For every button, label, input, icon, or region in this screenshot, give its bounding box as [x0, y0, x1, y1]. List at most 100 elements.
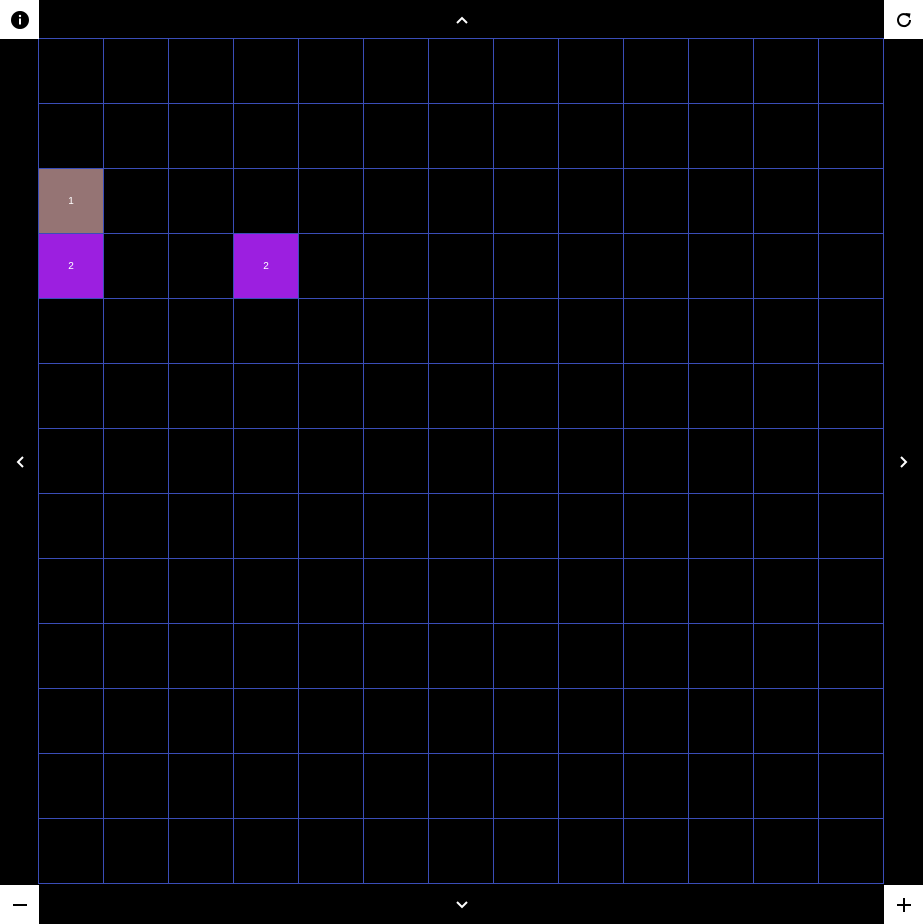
- board-cell[interactable]: [104, 39, 169, 104]
- board-cell[interactable]: [689, 559, 754, 624]
- board-cell[interactable]: [754, 429, 819, 494]
- board-cell[interactable]: [689, 299, 754, 364]
- board-cell[interactable]: [624, 559, 689, 624]
- board-cell[interactable]: [299, 299, 364, 364]
- board-cell[interactable]: [689, 624, 754, 689]
- board-cell[interactable]: [299, 169, 364, 234]
- board-cell[interactable]: [169, 299, 234, 364]
- board-cell[interactable]: [754, 39, 819, 104]
- board-cell[interactable]: [234, 624, 299, 689]
- board-cell[interactable]: [429, 234, 494, 299]
- board-cell[interactable]: [689, 429, 754, 494]
- board-cell[interactable]: [234, 494, 299, 559]
- board-cell[interactable]: [39, 819, 104, 884]
- board-cell[interactable]: [559, 104, 624, 169]
- board-cell[interactable]: [364, 429, 429, 494]
- zoom-in-button[interactable]: [884, 885, 923, 924]
- board-cell[interactable]: [624, 39, 689, 104]
- board-cell[interactable]: [299, 754, 364, 819]
- board-cell[interactable]: [234, 819, 299, 884]
- board-cell[interactable]: [169, 819, 234, 884]
- board-cell[interactable]: [624, 624, 689, 689]
- board-cell[interactable]: [169, 234, 234, 299]
- board-cell[interactable]: [104, 299, 169, 364]
- board-cell[interactable]: [559, 364, 624, 429]
- board-cell[interactable]: [299, 689, 364, 754]
- board-cell[interactable]: [819, 364, 884, 429]
- board-cell[interactable]: [559, 689, 624, 754]
- board-cell[interactable]: [819, 819, 884, 884]
- board-cell[interactable]: [559, 169, 624, 234]
- scroll-up-button[interactable]: [39, 0, 884, 39]
- zoom-out-button[interactable]: [0, 885, 39, 924]
- board-cell[interactable]: [754, 364, 819, 429]
- board-cell[interactable]: [429, 39, 494, 104]
- board-cell[interactable]: [429, 689, 494, 754]
- board-cell[interactable]: [299, 234, 364, 299]
- board-cell[interactable]: [299, 39, 364, 104]
- board-tile[interactable]: 2: [39, 234, 104, 299]
- board-cell[interactable]: [104, 819, 169, 884]
- board-cell[interactable]: [364, 169, 429, 234]
- board-cell[interactable]: [364, 559, 429, 624]
- board-cell[interactable]: [364, 624, 429, 689]
- board-cell[interactable]: [234, 104, 299, 169]
- reset-button[interactable]: [884, 0, 923, 39]
- board-cell[interactable]: [624, 364, 689, 429]
- board-cell[interactable]: [819, 754, 884, 819]
- board-cell[interactable]: [689, 39, 754, 104]
- board-cell[interactable]: [39, 39, 104, 104]
- board-cell[interactable]: [754, 819, 819, 884]
- board-cell[interactable]: [624, 169, 689, 234]
- board-cell[interactable]: [234, 559, 299, 624]
- board-cell[interactable]: [494, 819, 559, 884]
- board-cell[interactable]: [429, 104, 494, 169]
- board-tile[interactable]: 1: [39, 169, 104, 234]
- board-cell[interactable]: [754, 559, 819, 624]
- board-cell[interactable]: [494, 754, 559, 819]
- board-cell[interactable]: [754, 299, 819, 364]
- board-cell[interactable]: [299, 104, 364, 169]
- board-cell[interactable]: [104, 364, 169, 429]
- board-cell[interactable]: [754, 689, 819, 754]
- board-cell[interactable]: [39, 429, 104, 494]
- board-cell[interactable]: [234, 429, 299, 494]
- board-cell[interactable]: [39, 689, 104, 754]
- board-cell[interactable]: [494, 429, 559, 494]
- board-cell[interactable]: [624, 689, 689, 754]
- board-cell[interactable]: [754, 624, 819, 689]
- board-cell[interactable]: [689, 169, 754, 234]
- board-cell[interactable]: [754, 494, 819, 559]
- board-cell[interactable]: [429, 559, 494, 624]
- board-cell[interactable]: [299, 364, 364, 429]
- board-cell[interactable]: [104, 689, 169, 754]
- board-cell[interactable]: [559, 39, 624, 104]
- board-cell[interactable]: [364, 819, 429, 884]
- board-cell[interactable]: [39, 299, 104, 364]
- board-cell[interactable]: [689, 689, 754, 754]
- board-cell[interactable]: [754, 754, 819, 819]
- board-cell[interactable]: [754, 169, 819, 234]
- board-cell[interactable]: [364, 234, 429, 299]
- board-cell[interactable]: [494, 104, 559, 169]
- board-cell[interactable]: [234, 364, 299, 429]
- scroll-left-button[interactable]: [0, 39, 39, 885]
- board-cell[interactable]: [234, 689, 299, 754]
- board-cell[interactable]: [364, 689, 429, 754]
- board-cell[interactable]: [559, 299, 624, 364]
- board-cell[interactable]: [819, 429, 884, 494]
- board-cell[interactable]: [169, 39, 234, 104]
- board-cell[interactable]: [494, 689, 559, 754]
- board-cell[interactable]: [689, 754, 754, 819]
- board-cell[interactable]: [429, 494, 494, 559]
- board-cell[interactable]: [429, 429, 494, 494]
- board-cell[interactable]: [754, 104, 819, 169]
- board-cell[interactable]: [819, 39, 884, 104]
- board-cell[interactable]: [624, 429, 689, 494]
- board-cell[interactable]: [364, 754, 429, 819]
- board-cell[interactable]: [624, 234, 689, 299]
- board-cell[interactable]: [819, 559, 884, 624]
- board-cell[interactable]: [364, 494, 429, 559]
- board-cell[interactable]: [494, 234, 559, 299]
- board-cell[interactable]: [429, 364, 494, 429]
